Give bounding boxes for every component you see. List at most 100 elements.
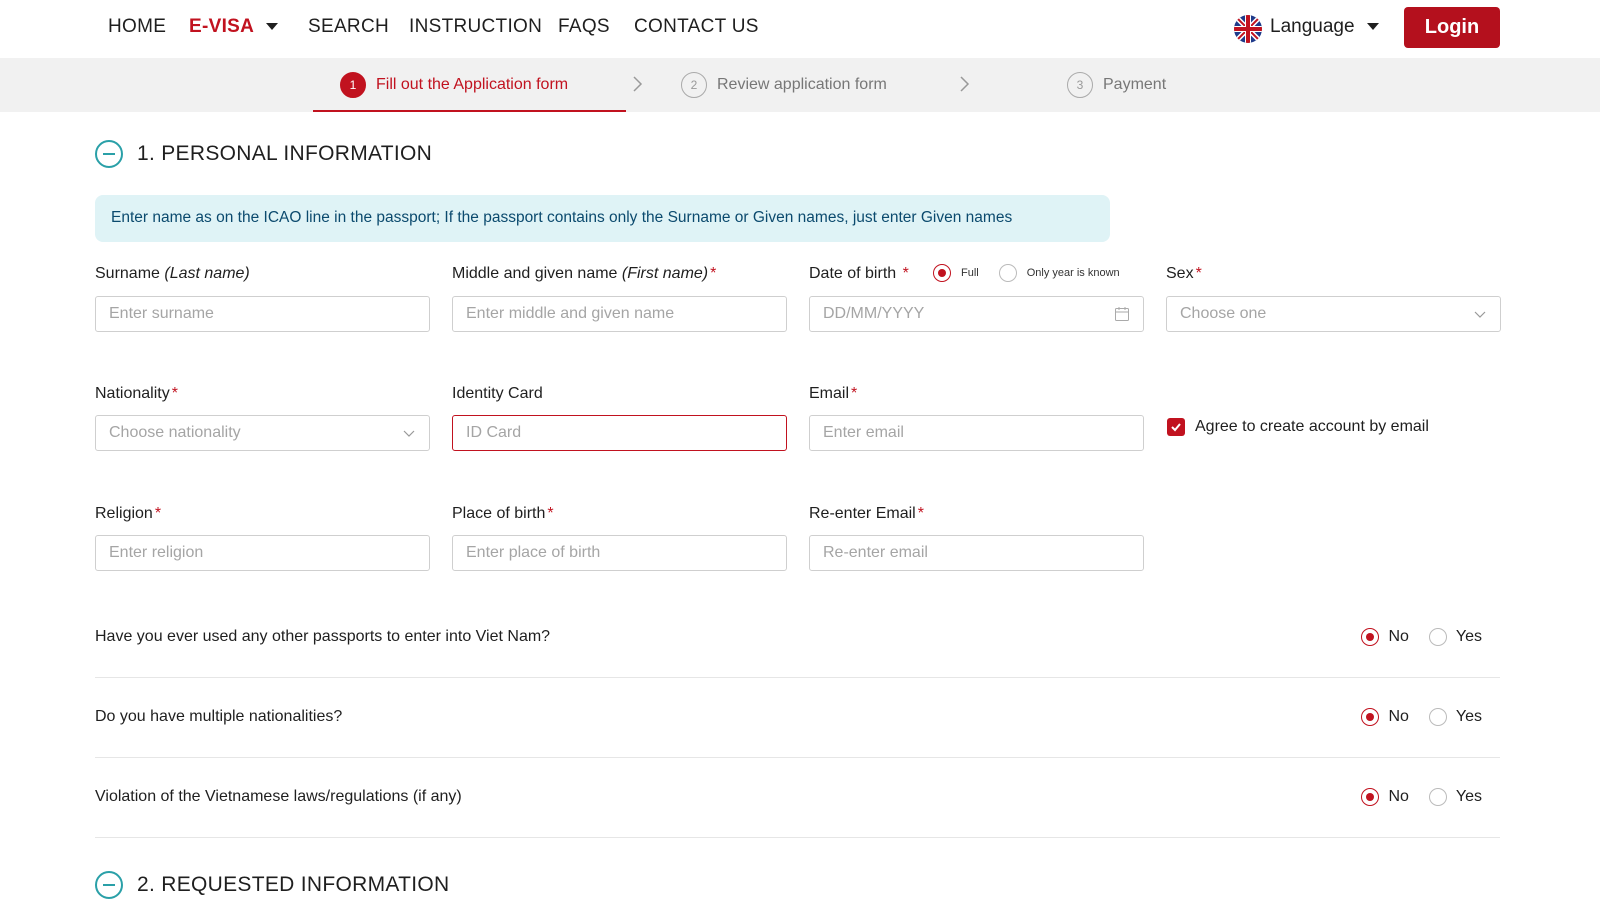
dob-full-radio[interactable]: Full: [933, 264, 979, 282]
uk-flag-icon[interactable]: [1234, 15, 1262, 43]
label-text: Place of birth: [452, 505, 546, 522]
nav-search[interactable]: SEARCH: [308, 16, 389, 38]
label-hint: (First name): [621, 265, 709, 282]
section-personal-header[interactable]: 1. PERSONAL INFORMATION: [95, 140, 432, 168]
collapse-icon[interactable]: [95, 871, 123, 899]
required-marker: *: [547, 505, 554, 522]
radio-no[interactable]: No: [1361, 628, 1409, 646]
radio-label: Full: [961, 267, 979, 279]
required-marker: *: [898, 265, 909, 282]
checkmark-icon: [1171, 423, 1181, 432]
place-of-birth-label: Place of birth *: [452, 505, 554, 523]
question-text: Do you have multiple nationalities?: [95, 708, 343, 725]
collapse-icon[interactable]: [95, 140, 123, 168]
placeholder: ID Card: [466, 424, 522, 441]
chevron-down-icon: [403, 430, 415, 437]
radio-ring: [1361, 708, 1380, 726]
question-text: Have you ever used any other passports t…: [95, 628, 551, 645]
given-name-label: Middle and given name (First name) *: [452, 265, 716, 283]
radio-no[interactable]: No: [1361, 708, 1409, 726]
radio-ring: [1428, 708, 1447, 726]
radio-yes[interactable]: Yes: [1428, 628, 1482, 646]
radio-label: No: [1388, 788, 1409, 805]
email-input[interactable]: Enter email: [809, 415, 1144, 451]
question-options: No Yes: [1361, 708, 1482, 726]
dob-year-radio[interactable]: Only year is known: [998, 264, 1120, 282]
language-selector[interactable]: Language: [1270, 16, 1379, 38]
chevron-down-icon: [1474, 311, 1486, 318]
required-marker: *: [1195, 265, 1202, 282]
caret-down-icon: [266, 23, 279, 31]
religion-input[interactable]: Enter religion: [95, 535, 430, 571]
placeholder: Choose one: [1180, 305, 1267, 322]
label-text: Sex: [1166, 265, 1194, 282]
nav-evisa[interactable]: E-VISA: [189, 16, 279, 38]
label-text: Email: [809, 385, 850, 402]
nationality-label: Nationality *: [95, 385, 178, 403]
progress-steps: 1 Fill out the Application form 2 Review…: [0, 58, 1600, 112]
question-options: No Yes: [1361, 788, 1482, 806]
nav-home[interactable]: HOME: [108, 16, 166, 38]
dob-type-radios: Full Only year is known: [933, 264, 1120, 282]
surname-label: Surname (Last name): [95, 265, 250, 283]
placeholder: Choose nationality: [109, 424, 241, 441]
nav-instruction[interactable]: INSTRUCTION: [409, 16, 542, 38]
question-text: Violation of the Vietnamese laws/regulat…: [95, 788, 462, 805]
active-step-underline: [313, 110, 626, 112]
required-marker: *: [710, 265, 717, 282]
radio-no[interactable]: No: [1361, 788, 1409, 806]
step-number: 2: [681, 72, 707, 98]
email-label: Email *: [809, 385, 857, 403]
reenter-email-input[interactable]: Re-enter email: [809, 535, 1144, 571]
step-2[interactable]: 2 Review application form: [681, 58, 887, 112]
nav-faqs[interactable]: FAQS: [558, 16, 610, 38]
calendar-icon[interactable]: [1114, 306, 1130, 322]
top-navbar: HOME E-VISA SEARCH INSTRUCTION FAQS CONT…: [0, 0, 1600, 58]
section-requested-header[interactable]: 2. REQUESTED INFORMATION: [95, 871, 450, 899]
surname-input[interactable]: Enter surname: [95, 296, 430, 332]
label-text: Re-enter Email: [809, 505, 916, 522]
required-marker: *: [917, 505, 924, 522]
step-number: 3: [1067, 72, 1093, 98]
placeholder: Enter middle and given name: [466, 305, 675, 322]
step-number: 1: [340, 72, 366, 98]
radio-label: No: [1388, 708, 1409, 725]
step-label: Review application form: [717, 76, 887, 93]
identity-card-input[interactable]: ID Card: [452, 415, 787, 451]
radio-ring: [1361, 628, 1380, 646]
step-label: Payment: [1103, 76, 1167, 93]
radio-yes[interactable]: Yes: [1428, 708, 1482, 726]
dob-label: Date of birth *: [809, 265, 909, 283]
sex-select[interactable]: Choose one: [1166, 296, 1501, 332]
radio-yes[interactable]: Yes: [1428, 788, 1482, 806]
radio-label: Yes: [1455, 628, 1482, 645]
info-notice: Enter name as on the ICAO line in the pa…: [95, 195, 1110, 242]
placeholder: Enter surname: [109, 305, 214, 322]
nationality-select[interactable]: Choose nationality: [95, 415, 430, 451]
language-label: Language: [1270, 16, 1355, 37]
religion-label: Religion *: [95, 505, 161, 523]
given-name-input[interactable]: Enter middle and given name: [452, 296, 787, 332]
step-1[interactable]: 1 Fill out the Application form: [340, 58, 568, 112]
radio-label: Only year is known: [1026, 267, 1120, 279]
radio-ring: [998, 264, 1017, 282]
reenter-email-label: Re-enter Email *: [809, 505, 924, 523]
place-of-birth-input[interactable]: Enter place of birth: [452, 535, 787, 571]
radio-ring: [1361, 788, 1380, 806]
agree-create-account[interactable]: Agree to create account by email: [1167, 418, 1429, 436]
agree-label: Agree to create account by email: [1195, 418, 1429, 435]
login-button[interactable]: Login: [1404, 7, 1500, 48]
label-text: Nationality: [95, 385, 170, 402]
step-3[interactable]: 3 Payment: [1067, 58, 1166, 112]
question-options: No Yes: [1361, 628, 1482, 646]
identity-card-label: Identity Card: [452, 385, 543, 402]
radio-label: Yes: [1455, 708, 1482, 725]
placeholder: DD/MM/YYYY: [823, 305, 925, 322]
dob-input[interactable]: DD/MM/YYYY: [809, 296, 1144, 332]
nav-contact[interactable]: CONTACT US: [634, 16, 759, 38]
label-text: Date of birth: [809, 265, 897, 282]
question-row: Have you ever used any other passports t…: [95, 598, 1500, 678]
checkbox-checked[interactable]: [1167, 418, 1185, 436]
radio-label: Yes: [1455, 788, 1482, 805]
required-marker: *: [154, 505, 162, 522]
